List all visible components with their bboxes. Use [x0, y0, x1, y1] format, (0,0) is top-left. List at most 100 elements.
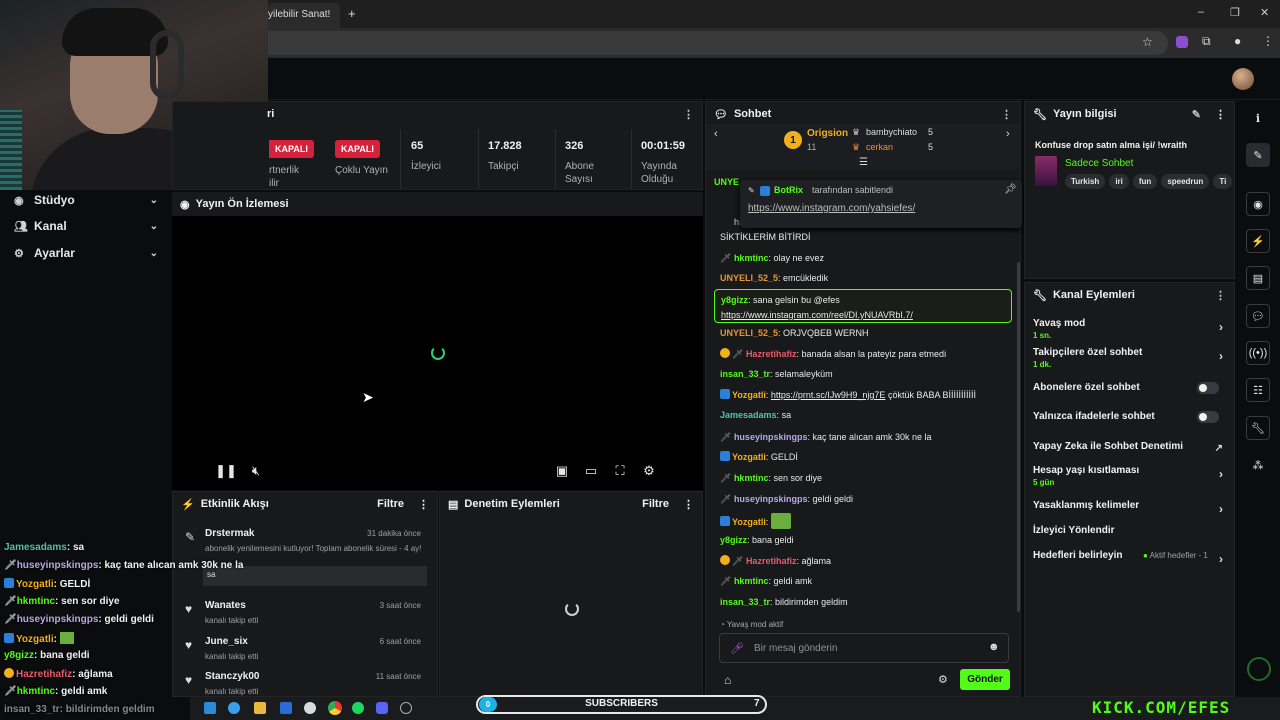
activity-title: Etkinlik Akışı — [200, 498, 269, 510]
collapse-icon[interactable]: ☰ — [859, 157, 868, 168]
more-options-icon[interactable]: ⋮ — [683, 108, 694, 121]
chat-username[interactable]: hkmtinc — [734, 253, 769, 263]
action-goals[interactable]: Hedefleri belirleyin ● Aktif hedefler - 1… — [1025, 550, 1233, 566]
chevron-left-icon[interactable]: ‹ — [714, 128, 718, 140]
subscribers-only-toggle[interactable] — [1197, 382, 1219, 394]
chat-username[interactable]: UNYELI_52_5 — [720, 273, 778, 283]
emoji-icon[interactable]: ☻ — [988, 641, 1000, 653]
chat-username[interactable]: hkmtinc — [734, 576, 769, 586]
action-slow-mode[interactable]: Yavaş mod 1 sn. › — [1025, 318, 1233, 340]
spotify-icon[interactable] — [352, 702, 364, 714]
user-avatar[interactable] — [1232, 68, 1254, 90]
emote-only-toggle[interactable] — [1197, 411, 1219, 423]
chat-bubble-icon[interactable]: 💬︎ — [1246, 304, 1270, 328]
edit-icon[interactable]: ✎ — [1192, 108, 1201, 121]
chat-username[interactable]: Yozgatli — [732, 452, 766, 462]
more-options-icon[interactable]: ⋮ — [683, 498, 694, 511]
unpin-icon[interactable]: 📌︎ — [1004, 184, 1017, 195]
nav-channel[interactable]: 👥︎ Kanal ⌄ — [0, 213, 172, 239]
grid-icon[interactable]: ☷ — [1246, 378, 1270, 402]
new-tab-button[interactable]: + — [348, 6, 356, 21]
nav-studio[interactable]: ◉ Stüdyo ⌄ — [0, 187, 172, 213]
wrench-icon[interactable]: 🔧︎ — [1246, 416, 1270, 440]
stream-category[interactable]: Sadece Sohbet — [1065, 158, 1133, 169]
pinned-link[interactable]: https://www.instagram.com/yahsiefes/ — [748, 203, 915, 214]
document-icon[interactable]: ▤ — [1246, 266, 1270, 290]
url-field[interactable] — [268, 31, 1168, 55]
nav-settings[interactable]: ⚙ Ayarlar ⌄ — [0, 240, 172, 266]
more-options-icon[interactable]: ⋮ — [1215, 108, 1226, 121]
maximize-button[interactable]: ❐ — [1230, 6, 1240, 19]
preview-header: ◉ Yayın Ön İzlemesi — [172, 192, 703, 216]
stream-overlay-chat: Jamesadams: sa 🗡︎huseyinpskingps: kaç ta… — [0, 538, 270, 716]
chevron-right-icon[interactable]: › — [1006, 128, 1010, 140]
action-ai-moderation[interactable]: Yapay Zeka ile Sohbet Denetimi ↗ — [1025, 441, 1233, 454]
info-icon[interactable]: ℹ — [1246, 106, 1270, 130]
action-host[interactable]: İzleyici Yönlendir — [1025, 525, 1233, 536]
filter-button[interactable]: Filtre — [377, 498, 404, 510]
edit-icon[interactable]: ✎ — [1246, 143, 1270, 167]
chat-username[interactable]: insan_33_tr — [720, 369, 770, 379]
chat-username[interactable]: y8gizz — [721, 295, 748, 305]
chat-username[interactable]: y8gizz — [720, 535, 747, 545]
action-banned-words[interactable]: Yasaklanmış kelimeler › — [1025, 500, 1233, 516]
taskbar-app-icon[interactable] — [400, 702, 412, 714]
close-window-button[interactable]: ✕ — [1260, 6, 1269, 19]
more-options-icon[interactable]: ⋮ — [418, 498, 429, 511]
discord-icon[interactable] — [376, 702, 388, 714]
send-button[interactable]: Gönder — [960, 669, 1010, 690]
action-followers-only[interactable]: Takipçilere özel sohbet 1 dk. › — [1025, 347, 1233, 369]
chat-username[interactable]: Hazretihafiz — [746, 556, 797, 566]
chat-username[interactable]: hkmtinc — [734, 473, 769, 483]
microphone-icon[interactable]: 🎤︎ — [730, 642, 744, 655]
chat-username[interactable]: huseyinpskingps — [734, 494, 808, 504]
more-options-icon[interactable]: ⋮ — [1215, 289, 1226, 302]
chat-input-box[interactable]: 🎤︎ Bir mesaj gönderin ☻ — [719, 633, 1009, 663]
chat-settings-icon[interactable]: ⚙ — [938, 673, 948, 686]
taskbar-app-icon[interactable] — [204, 702, 216, 714]
taskbar-app-icon[interactable] — [280, 702, 292, 714]
theater-icon[interactable]: ▭ — [583, 463, 599, 479]
chat-scrollbar[interactable] — [1017, 262, 1020, 612]
action-account-age[interactable]: Hesap yaşı kısıtlaması 5 gün › — [1025, 465, 1233, 487]
chrome-icon[interactable] — [328, 701, 342, 715]
close-tab-icon[interactable]: ✕ — [339, 9, 340, 20]
leader-name: Origsion — [807, 128, 849, 139]
chat-text: emcükledik — [783, 273, 829, 283]
dashboard-top-nav — [268, 58, 1280, 100]
add-widget-icon[interactable]: ⁂ — [1246, 453, 1270, 477]
chat-username[interactable]: UNYELI_52_5 — [720, 328, 778, 338]
taskbar-app-icon[interactable] — [228, 702, 240, 714]
minimize-button[interactable]: – — [1198, 6, 1204, 18]
chat-username[interactable]: huseyinpskingps — [734, 432, 808, 442]
settings-icon[interactable]: ⚙ — [641, 463, 657, 479]
bookmark-star-icon[interactable]: ☆ — [1142, 35, 1153, 49]
chat-link[interactable]: https://prnt.sc/IJw9H9_njg7E — [771, 390, 886, 400]
extension-icon[interactable] — [1176, 36, 1188, 48]
puzzle-icon[interactable]: ⧉ — [1202, 34, 1211, 49]
broadcast-icon[interactable]: ((•)) — [1246, 341, 1270, 365]
mini-player-icon[interactable]: ▣ — [554, 463, 570, 479]
chat-username[interactable]: Jamesadams — [720, 410, 777, 420]
chat-input-placeholder[interactable]: Bir mesaj gönderin — [754, 643, 837, 654]
chat-username[interactable]: insan_33_tr — [720, 597, 770, 607]
lightning-icon[interactable]: ⚡ — [1246, 229, 1270, 253]
browser-tab[interactable]: yilebilir Sanat! ✕ — [268, 3, 340, 28]
chat-link[interactable]: https://www.instagram.com/reel/DI.yNUAVR… — [721, 309, 913, 321]
store-icon[interactable]: ⌂ — [724, 673, 731, 687]
taskbar-app-icon[interactable] — [304, 702, 316, 714]
fullscreen-icon[interactable]: ⛶ — [612, 463, 628, 479]
more-options-icon[interactable]: ⋮ — [1001, 108, 1012, 121]
taskbar-app-icon[interactable] — [254, 702, 266, 714]
filter-button[interactable]: Filtre — [642, 498, 669, 510]
profile-icon[interactable]: ● — [1234, 34, 1241, 48]
chat-username[interactable]: Hazretihafiz — [746, 349, 797, 359]
chat-username[interactable]: Yozgatli — [732, 390, 766, 400]
mute-icon[interactable]: 🔇︎ — [248, 463, 264, 479]
chat-message: 🗡︎ huseyinpskingps: geldi geldi — [720, 494, 854, 504]
pause-icon[interactable]: ❚❚ — [215, 463, 237, 479]
chat-username[interactable]: Yozgatli — [732, 517, 766, 527]
camera-icon[interactable]: ◉ — [1246, 192, 1270, 216]
browser-menu-icon[interactable]: ⋮ — [1262, 34, 1274, 48]
highlighted-message: y8gizz: sana gelsin bu @efes https://www… — [714, 289, 1012, 323]
